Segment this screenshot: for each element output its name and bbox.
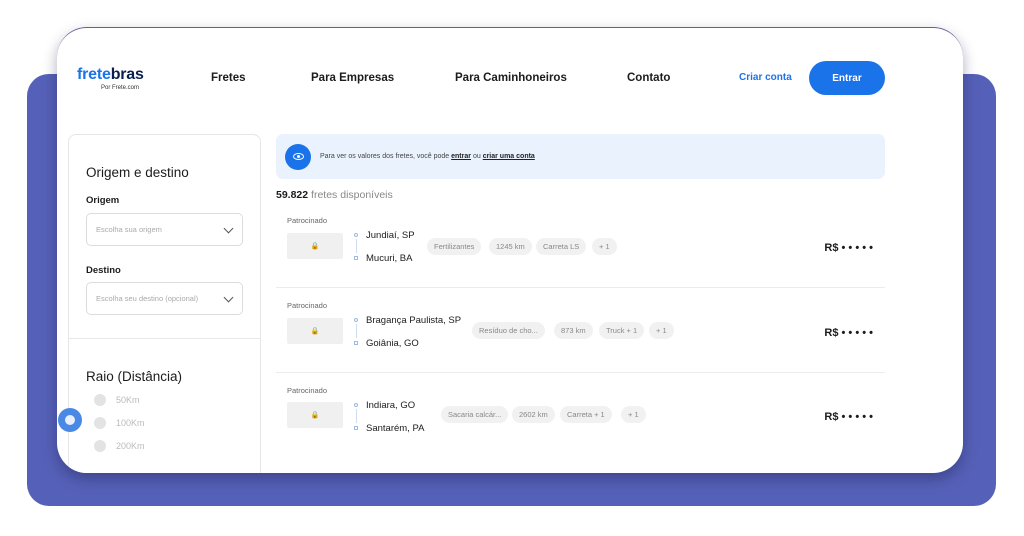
- sponsored-label: Patrocinado: [287, 301, 328, 310]
- vehicle-tag: Truck + 1: [599, 322, 645, 339]
- radio-circle[interactable]: [94, 394, 106, 406]
- raio-title: Raio (Distância): [86, 369, 183, 384]
- logo-subtitle: Por Frete.com: [101, 85, 140, 91]
- radius-option-200[interactable]: 200Km: [94, 440, 145, 452]
- destino-select[interactable]: Escolha seu destino (opcional): [86, 282, 243, 315]
- distance-tag: 873 km: [554, 322, 593, 339]
- freight-card[interactable]: Patrocinado 🔒 Bragança Paulista, SP Goiâ…: [276, 287, 885, 372]
- sponsored-label: Patrocinado: [287, 386, 328, 395]
- origin-city: Jundiaí, SP: [366, 230, 415, 241]
- banner-criar-conta-link[interactable]: criar uma conta: [483, 153, 535, 160]
- logo-text-frete: frete: [77, 66, 111, 83]
- banner-message: Para ver os valores dos fretes, você pod…: [320, 153, 450, 160]
- nav-para-empresas[interactable]: Para Empresas: [311, 72, 394, 84]
- route-line: [356, 409, 357, 423]
- cookie-icon: [65, 415, 75, 425]
- origin-city: Bragança Paulista, SP: [366, 315, 462, 326]
- radius-label: 50Km: [116, 395, 140, 405]
- destination-pin-icon: [354, 341, 358, 345]
- banner-text: Para ver os valores dos fretes, você pod…: [320, 153, 535, 160]
- more-tag: + 1: [621, 406, 646, 423]
- results-count-suffix: fretes disponíveis: [311, 189, 393, 201]
- radio-circle[interactable]: [94, 417, 106, 429]
- radius-label: 200Km: [116, 441, 145, 451]
- origin-pin-icon: [354, 403, 358, 407]
- banner-entrar-link[interactable]: entrar: [451, 153, 471, 160]
- logo-text-bras: bras: [110, 66, 144, 83]
- login-banner: Para ver os valores dos fretes, você pod…: [276, 134, 885, 179]
- chevron-down-icon: [223, 223, 234, 233]
- more-tag: + 1: [649, 322, 674, 339]
- filter-sidebar: Origem e destino Origem Escolha sua orig…: [68, 134, 261, 473]
- destination-city: Goiânia, GO: [366, 338, 419, 349]
- lock-icon: 🔒: [287, 318, 343, 344]
- lock-icon: 🔒: [287, 402, 343, 428]
- hidden-price: R$ • • • • •: [824, 327, 873, 339]
- card-divider: [276, 287, 885, 288]
- sidebar-divider: [69, 338, 260, 339]
- entrar-button[interactable]: Entrar: [809, 61, 885, 95]
- cookie-button[interactable]: [58, 408, 82, 432]
- banner-or: ou: [472, 153, 481, 160]
- origem-destino-title: Origem e destino: [86, 165, 189, 180]
- destination-city: Mucuri, BA: [366, 253, 413, 264]
- origin-pin-icon: [354, 233, 358, 237]
- destination-pin-icon: [354, 426, 358, 430]
- origin-pin-icon: [354, 318, 358, 322]
- destination-city: Santarém, PA: [366, 423, 425, 434]
- more-tag: + 1: [592, 238, 617, 255]
- hidden-price: R$ • • • • •: [824, 242, 873, 254]
- cargo-tag: Resíduo de cho...: [472, 322, 545, 339]
- card-divider: [276, 372, 885, 373]
- origin-city: Indiara, GO: [366, 400, 416, 411]
- destination-pin-icon: [354, 256, 358, 260]
- criar-conta-link[interactable]: Criar conta: [739, 72, 792, 83]
- destino-label: Destino: [86, 265, 121, 276]
- nav-para-caminhoneiros[interactable]: Para Caminhoneiros: [455, 72, 567, 84]
- radio-circle[interactable]: [94, 440, 106, 452]
- lock-icon: 🔒: [287, 233, 343, 259]
- chevron-down-icon: [223, 292, 234, 302]
- freight-card[interactable]: Patrocinado 🔒 Jundiaí, SP Mucuri, BA Fer…: [276, 208, 885, 293]
- freight-card[interactable]: Patrocinado 🔒 Indiara, GO Santarém, PA S…: [276, 372, 885, 457]
- hidden-price: R$ • • • • •: [824, 411, 873, 423]
- route-line: [356, 239, 357, 253]
- radius-label: 100Km: [116, 418, 145, 428]
- route-line: [356, 324, 357, 338]
- origem-label: Origem: [86, 195, 120, 206]
- origem-select[interactable]: Escolha sua origem: [86, 213, 243, 246]
- eye-icon: [285, 143, 311, 170]
- results-count-number: 59.822: [276, 189, 309, 201]
- radius-option-50[interactable]: 50Km: [94, 394, 140, 406]
- sponsored-label: Patrocinado: [287, 216, 328, 225]
- cargo-tag: Fertilizantes: [427, 238, 482, 255]
- browser-frame: fretebras Por Frete.com Fretes Para Empr…: [57, 27, 963, 473]
- distance-tag: 1245 km: [489, 238, 532, 255]
- destino-placeholder: Escolha seu destino (opcional): [96, 294, 199, 303]
- origem-placeholder: Escolha sua origem: [96, 225, 162, 234]
- results-count: 59.822 fretes disponíveis: [276, 189, 393, 201]
- nav-contato[interactable]: Contato: [627, 72, 670, 84]
- logo[interactable]: fretebras Por Frete.com: [77, 66, 144, 91]
- radius-option-100[interactable]: 100Km: [94, 417, 145, 429]
- distance-tag: 2602 km: [512, 406, 555, 423]
- nav-fretes[interactable]: Fretes: [211, 72, 246, 84]
- vehicle-tag: Carreta LS: [536, 238, 587, 255]
- cargo-tag: Sacaria calcár...: [441, 406, 509, 423]
- vehicle-tag: Carreta + 1: [560, 406, 612, 423]
